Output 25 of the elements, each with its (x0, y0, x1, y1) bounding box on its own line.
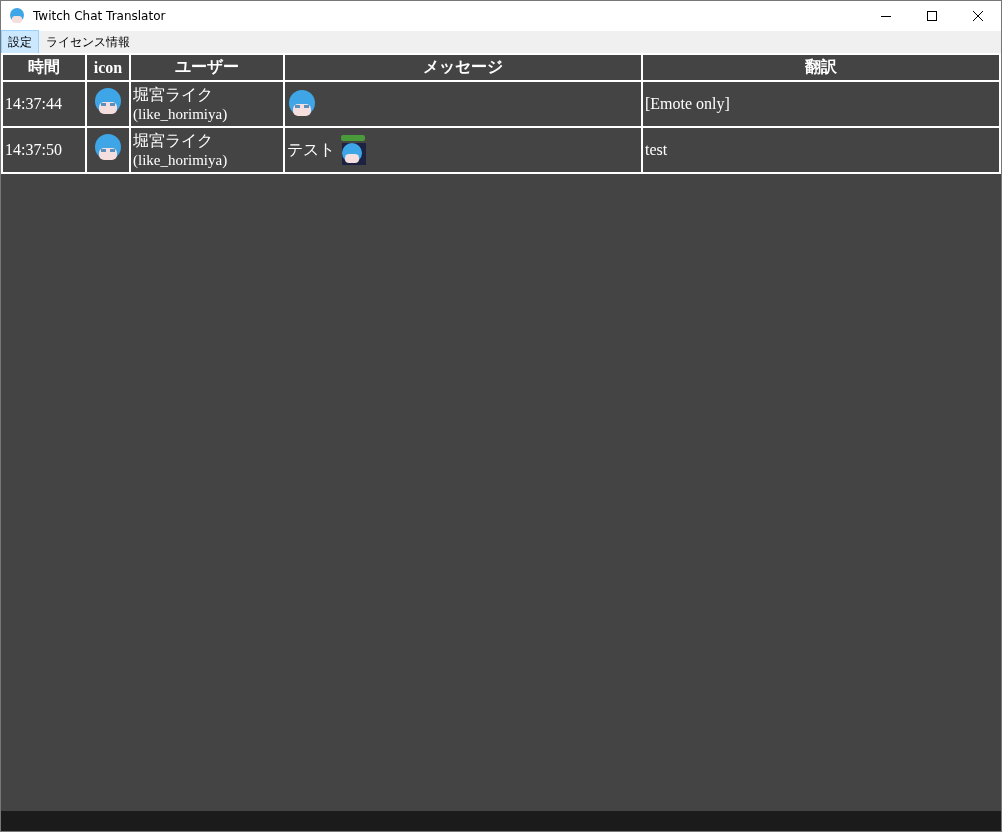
login-name: (like_horimiya) (133, 106, 229, 123)
sticker-emote-icon (339, 135, 367, 165)
login-name: (like_horimiya) (133, 152, 229, 169)
time-cell: 14:37:50 (3, 128, 85, 172)
user-avatar-icon (93, 87, 123, 117)
window-title: Twitch Chat Translator (33, 9, 167, 23)
column-header: メッセージ (285, 55, 641, 80)
close-icon (973, 11, 983, 21)
column-header: 翻訳 (643, 55, 999, 80)
maximize-icon (927, 11, 937, 21)
translation-cell: [Emote only] (643, 82, 999, 126)
time-cell: 14:37:44 (3, 82, 85, 126)
display-name: 堀宮ライク (133, 85, 214, 106)
translation-cell: test (643, 128, 999, 172)
menu-item[interactable]: 設定 (1, 30, 39, 54)
app-icon (9, 8, 25, 24)
user-avatar-icon (93, 133, 123, 163)
minimize-icon (881, 15, 891, 17)
menu-item[interactable]: ライセンス情報 (39, 30, 137, 54)
message-text: テスト (287, 139, 335, 161)
emote-icon (287, 89, 317, 119)
column-header: ユーザー (131, 55, 283, 80)
column-header: 時間 (3, 55, 85, 80)
display-name: 堀宮ライク (133, 131, 214, 152)
column-header: icon (87, 55, 129, 80)
